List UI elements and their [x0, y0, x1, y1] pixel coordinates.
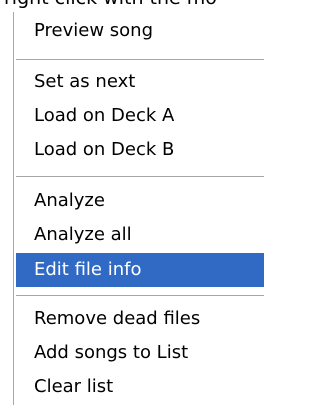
menu-item-clear-list[interactable]: Clear list	[16, 370, 264, 404]
context-menu: Preview song Set as next Load on Deck A …	[13, 12, 264, 405]
menu-separator	[16, 295, 264, 297]
clipped-text: right click with the mo	[4, 0, 217, 9]
clipped-background-text: right click with the mo	[0, 0, 263, 12]
menu-item-analyze-all[interactable]: Analyze all	[16, 218, 264, 252]
menu-item-preview-song[interactable]: Preview song	[16, 14, 264, 48]
menu-item-set-as-next[interactable]: Set as next	[16, 65, 264, 99]
menu-item-add-songs-to-list[interactable]: Add songs to List	[16, 336, 264, 370]
menu-item-load-deck-b[interactable]: Load on Deck B	[16, 133, 264, 167]
menu-item-analyze[interactable]: Analyze	[16, 184, 264, 218]
menu-item-edit-file-info[interactable]: Edit file info	[16, 253, 264, 287]
menu-item-remove-dead-files[interactable]: Remove dead files	[16, 302, 264, 336]
menu-separator	[16, 59, 264, 61]
menu-separator	[16, 176, 264, 178]
menu-item-load-deck-a[interactable]: Load on Deck A	[16, 99, 264, 133]
